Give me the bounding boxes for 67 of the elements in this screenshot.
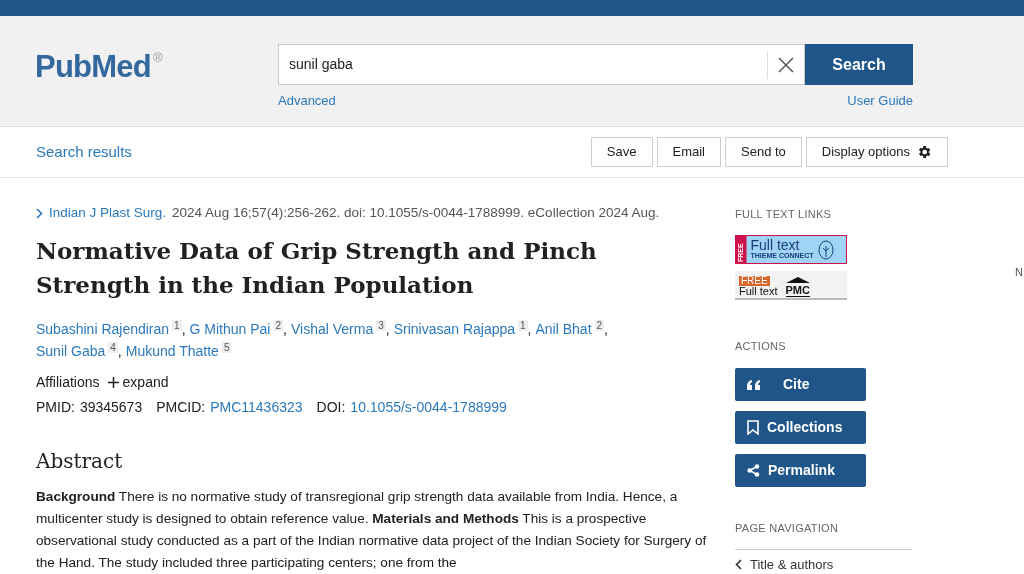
toolbar-button[interactable]: Display options — [805, 137, 948, 167]
chevron-left-icon — [735, 559, 742, 570]
citation-text: 2024 Aug 16;57(4):256-262. doi: 10.1055/s-0044-1788999. eCollection 2024 Aug. — [172, 204, 660, 222]
article-title: Normative Data of Grip Strength and Pinch Strength in the Indian Population — [36, 236, 598, 301]
id-label: PMCID: — [156, 398, 206, 418]
author-link[interactable]: Vishal Verma — [290, 321, 374, 338]
settings-icon — [916, 144, 932, 160]
id-label: PMID: — [36, 398, 75, 418]
plus-icon — [107, 377, 119, 389]
close-icon[interactable] — [778, 56, 794, 73]
author-link[interactable]: Srinivasan Rajappa — [393, 321, 516, 338]
affiliation-number[interactable]: 4 — [108, 342, 118, 354]
action-button[interactable]: Collections — [735, 411, 866, 444]
bookmark-icon — [747, 420, 759, 435]
full-text-link[interactable]: FREE Full text PMC — [735, 270, 847, 300]
separator: , — [527, 321, 532, 338]
toolbar-button[interactable]: Send to — [725, 137, 802, 167]
author-link[interactable]: Anil Bhat — [535, 321, 592, 338]
author-link[interactable]: Mukund Thatte — [125, 343, 219, 360]
affiliations-label: Affiliations — [36, 373, 100, 393]
toolbar-button[interactable]: Email — [656, 137, 721, 167]
edge-text: N — [1015, 265, 1023, 280]
chevron-right-icon — [36, 207, 43, 219]
registered-mark: ® — [152, 49, 163, 67]
separator: , — [117, 343, 122, 360]
author-link[interactable]: G Mithun Pai — [189, 321, 271, 338]
toolbar-button[interactable]: Save — [590, 137, 653, 167]
section-heading: PAGE NAVIGATION — [735, 520, 912, 550]
pmc-label: PMC — [785, 284, 810, 297]
affiliation-number[interactable]: 5 — [221, 342, 232, 354]
nav-link[interactable]: Title & authors — [735, 557, 915, 572]
search-button[interactable]: Search — [805, 44, 913, 85]
section-heading: ACTIONS — [735, 338, 787, 354]
separator: , — [385, 321, 390, 338]
affiliation-number[interactable]: 2 — [273, 320, 284, 332]
id-link[interactable]: PMC11436323 — [210, 397, 303, 419]
search-results-link[interactable]: Search results — [36, 140, 132, 164]
logo[interactable]: PubMed — [35, 44, 151, 91]
abstract-heading: Abstract — [36, 448, 124, 476]
action-button[interactable]: Permalink — [735, 454, 866, 487]
quote-icon — [747, 379, 761, 390]
building-icon — [785, 276, 810, 285]
section-heading: FULL TEXT LINKS — [735, 207, 833, 222]
separator: , — [604, 321, 608, 338]
affiliation-number[interactable]: 1 — [172, 320, 182, 332]
id-link[interactable]: 10.1055/s-0044-1788999 — [350, 397, 507, 419]
affiliation-number[interactable]: 2 — [594, 320, 605, 332]
id-value: 39345673 — [79, 398, 143, 418]
full-text-label: Full text — [750, 237, 801, 252]
share-icon — [747, 464, 760, 477]
action-button[interactable]: Cite — [735, 368, 866, 401]
affiliation-number[interactable]: 1 — [518, 320, 528, 332]
abstract-text: Background There is no normative study of transregional grip strength data available from India. Hence, a multicenter study is designed to obtain reference value. Materials and Methods This is a prospective observational study conducted as a part of the Indian normative data project of the Indian Society for Surgery of the Hand. The study included three participating centers; one from the — [36, 488, 708, 573]
free-label: FREE — [739, 275, 770, 286]
author-link[interactable]: Subashini Rajendiran — [36, 321, 170, 338]
id-label: DOI: — [316, 398, 346, 418]
journal-link[interactable]: Indian J Plast Surg. — [49, 203, 167, 224]
separator: , — [283, 321, 287, 338]
separator: , — [181, 321, 186, 338]
affiliation-number[interactable]: 3 — [376, 320, 386, 332]
author-link[interactable]: Sunil Gaba — [36, 343, 106, 360]
tree-emblem-icon — [817, 239, 834, 260]
search-field[interactable]: sunil gaba — [278, 44, 805, 85]
expand-toggle[interactable]: expand — [107, 372, 169, 394]
user-guide-link[interactable]: User Guide — [847, 91, 913, 111]
full-text-label: Full text — [739, 285, 778, 297]
advanced-link[interactable]: Advanced — [278, 91, 336, 111]
